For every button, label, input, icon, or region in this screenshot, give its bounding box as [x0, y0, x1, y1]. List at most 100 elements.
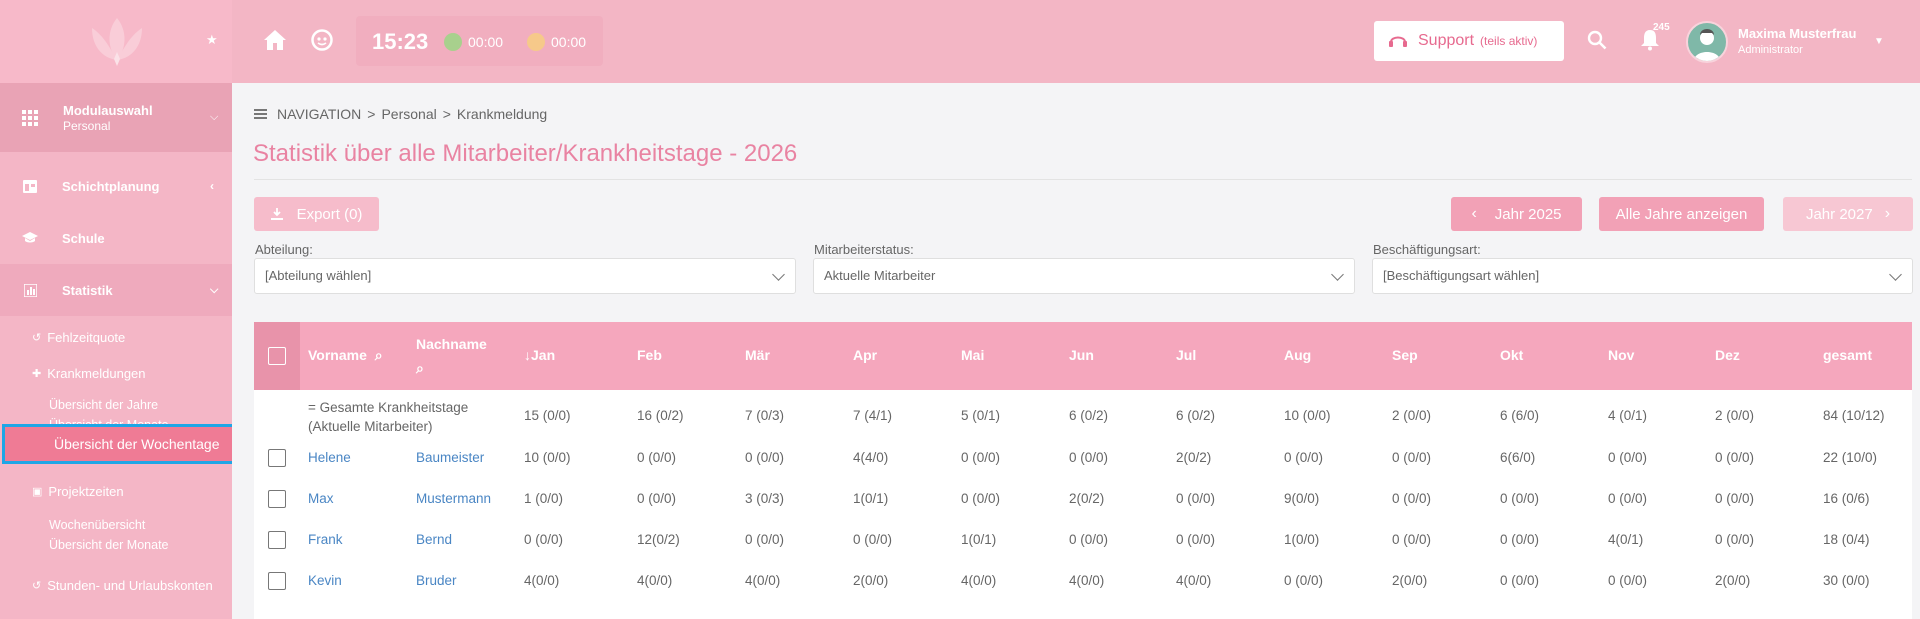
table-cell: 0 (0/0)	[1392, 532, 1432, 547]
header-nov[interactable]: Nov	[1608, 347, 1634, 363]
current-time: 15:23	[372, 29, 429, 54]
table-cell: 16 (0/6)	[1823, 491, 1870, 506]
art-label: Beschäftigungsart:	[1373, 242, 1481, 257]
apps-grid-icon	[22, 109, 38, 126]
summary-cell: 2 (0/0)	[1715, 408, 1755, 423]
sidebar-item-label: Schule	[62, 230, 105, 246]
breadcrumb-item[interactable]: Personal	[381, 106, 436, 122]
header-vorname[interactable]: Vorname ⌕	[308, 347, 383, 364]
work-timer[interactable]: 00:00	[444, 33, 503, 51]
table-cell: 3 (0/3)	[745, 491, 785, 506]
face-icon[interactable]	[311, 29, 333, 51]
row-checkbox[interactable]	[268, 531, 286, 549]
sidebar-item-k-jahre[interactable]: Übersicht der Jahre	[0, 395, 232, 415]
sidebar-item-p-woche[interactable]: Wochenübersicht	[0, 515, 232, 535]
row-checkbox[interactable]	[268, 449, 286, 467]
menu-icon[interactable]	[254, 109, 267, 119]
next-year-button[interactable]: Jahr 2027 ›	[1783, 197, 1913, 231]
user-name[interactable]: Maxima Musterfrau	[1738, 26, 1856, 41]
home-icon[interactable]	[264, 30, 286, 50]
summary-cell: 4 (0/1)	[1608, 408, 1648, 423]
sidebar-item-fehlzeitquote[interactable]: ↺ Fehlzeitquote	[0, 319, 232, 355]
header-feb[interactable]: Feb	[637, 347, 662, 363]
table-cell: 4(0/0)	[524, 573, 560, 588]
pin-icon[interactable]: ★	[206, 32, 218, 48]
table-cell: 2(0/0)	[853, 573, 889, 588]
search-icon[interactable]: ⌕	[375, 347, 383, 363]
header-dez[interactable]: Dez	[1715, 347, 1740, 363]
prev-year-button[interactable]: ‹ Jahr 2025	[1451, 197, 1582, 231]
vorname-link[interactable]: Frank	[308, 532, 343, 547]
table-cell: 6(6/0)	[1500, 450, 1536, 465]
status-value: Aktuelle Mitarbeiter	[824, 268, 936, 283]
header-apr[interactable]: Apr	[853, 347, 877, 363]
abteilung-select[interactable]: [Abteilung wählen]	[254, 258, 796, 294]
chevron-left-icon: ‹	[1471, 205, 1477, 222]
table-cell: 0 (0/0)	[1608, 573, 1648, 588]
support-button[interactable]: Support (teils aktiv)	[1374, 21, 1564, 61]
summary-cell: 84 (10/12)	[1823, 408, 1885, 423]
search-icon[interactable]: ⌕	[416, 360, 424, 377]
breadcrumb-item: Krankmeldung	[456, 106, 548, 122]
sidebar-item-stundenkonten[interactable]: ↺ Stunden- und Urlaubskonten	[0, 567, 232, 603]
sidebar-item-schichtplanung[interactable]: Schichtplanung ‹	[0, 160, 232, 212]
status-select[interactable]: Aktuelle Mitarbeiter	[813, 258, 1355, 294]
header-aug[interactable]: Aug	[1284, 347, 1311, 363]
row-checkbox[interactable]	[268, 490, 286, 508]
table-cell: 0 (0/0)	[1392, 450, 1432, 465]
table-cell: 2(0/0)	[1715, 573, 1751, 588]
header-maer[interactable]: Mär	[745, 347, 770, 363]
summary-label: = Gesamte Krankheitstage (Aktuelle Mitar…	[308, 400, 469, 434]
search-icon[interactable]	[1587, 30, 1607, 50]
nachname-link[interactable]: Bernd	[416, 532, 452, 547]
header-jul[interactable]: Jul	[1176, 347, 1196, 363]
table-cell: 1 (0/0)	[524, 491, 564, 506]
select-all-cell	[254, 322, 300, 390]
export-button[interactable]: Export (0)	[254, 197, 379, 231]
header-nachname[interactable]: Nachname ⌕	[416, 336, 487, 377]
header-okt[interactable]: Okt	[1500, 347, 1523, 363]
calendar-icon	[22, 179, 38, 193]
chevron-down-icon	[772, 268, 785, 281]
art-select[interactable]: [Beschäftigungsart wählen]	[1372, 258, 1913, 294]
header-sep[interactable]: Sep	[1392, 347, 1418, 363]
table-cell: 0 (0/0)	[1500, 573, 1540, 588]
vorname-link[interactable]: Kevin	[308, 573, 342, 588]
user-avatar-icon	[1694, 29, 1720, 61]
briefcase-icon: ▣	[32, 485, 43, 498]
header-jun[interactable]: Jun	[1069, 347, 1094, 363]
sidebar-item-projektzeiten[interactable]: ▣ Projektzeiten	[0, 473, 232, 509]
table-cell: 4(0/0)	[637, 573, 673, 588]
module-selector[interactable]: Modulauswahl Personal ⌵	[0, 83, 232, 152]
sidebar-item-schule[interactable]: Schule	[0, 212, 232, 264]
module-subtitle: Personal	[63, 118, 111, 133]
avatar[interactable]	[1686, 21, 1728, 63]
table-cell: 2(0/2)	[1176, 450, 1212, 465]
sidebar-item-k-wochentage[interactable]: Übersicht der Wochentage	[2, 424, 252, 464]
nachname-link[interactable]: Mustermann	[416, 491, 491, 506]
table-cell: 0 (0/0)	[1176, 532, 1216, 547]
vorname-link[interactable]: Helene	[308, 450, 351, 465]
art-value: [Beschäftigungsart wählen]	[1383, 268, 1540, 283]
breadcrumb-item[interactable]: NAVIGATION	[277, 106, 361, 122]
table-cell: 0 (0/0)	[961, 450, 1001, 465]
graduation-cap-icon	[22, 231, 38, 245]
summary-cell: 7 (4/1)	[853, 408, 893, 423]
all-years-button[interactable]: Alle Jahre anzeigen	[1599, 197, 1764, 231]
sidebar-item-p-monate[interactable]: Übersicht der Monate	[0, 535, 232, 555]
caret-down-icon[interactable]: ▼	[1874, 36, 1884, 47]
header-jan[interactable]: ↓Jan	[524, 347, 555, 363]
sidebar-item-krankmeldungen[interactable]: ✚ Krankmeldungen	[0, 355, 232, 391]
row-checkbox[interactable]	[268, 572, 286, 590]
table-cell: 0 (0/0)	[853, 532, 893, 547]
sidebar-item-statistik[interactable]: Statistik ⌵	[0, 264, 232, 316]
select-all-checkbox[interactable]	[268, 347, 286, 365]
pause-timer[interactable]: 00:00	[527, 33, 586, 51]
sidebar-item-label: Projektzeiten	[48, 483, 124, 499]
nachname-link[interactable]: Bruder	[416, 573, 457, 588]
nachname-link[interactable]: Baumeister	[416, 450, 484, 465]
header-mai[interactable]: Mai	[961, 347, 984, 363]
table-cell: 0 (0/0)	[1608, 491, 1648, 506]
header-gesamt[interactable]: gesamt	[1823, 347, 1872, 363]
vorname-link[interactable]: Max	[308, 491, 334, 506]
